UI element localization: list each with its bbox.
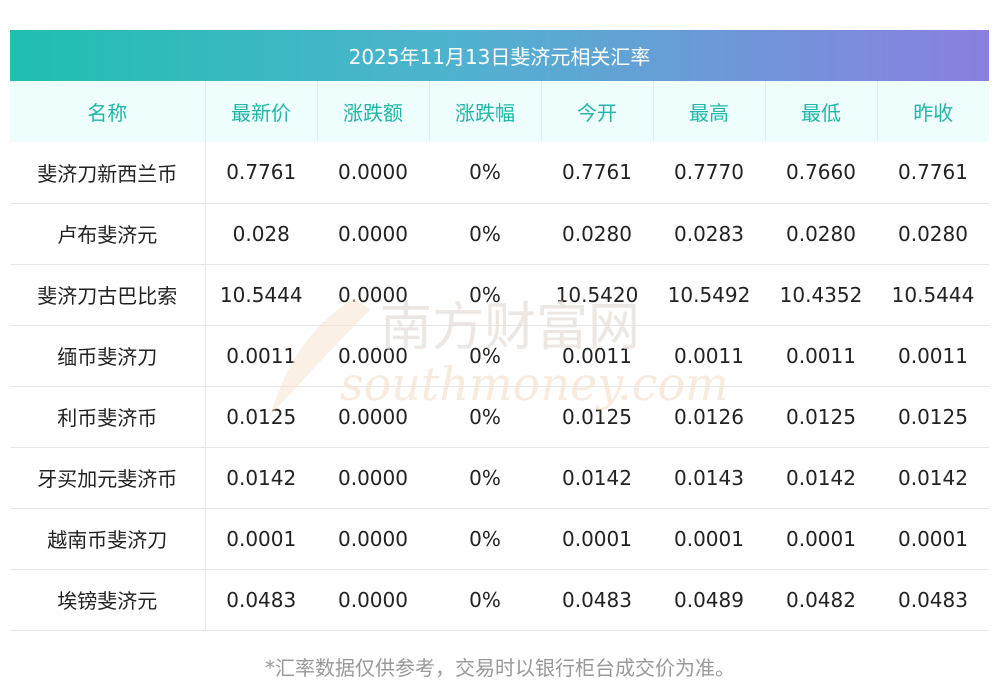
cell-latest-price: 10.5444 bbox=[205, 264, 317, 326]
cell-prev-close: 10.5444 bbox=[877, 264, 989, 326]
cell-change-percent: 0% bbox=[429, 447, 541, 509]
cell-high: 0.7770 bbox=[653, 142, 765, 204]
cell-change-percent: 0% bbox=[429, 264, 541, 326]
cell-change-amount: 0.0000 bbox=[317, 203, 429, 265]
cell-name: 牙买加元斐济币 bbox=[10, 447, 206, 509]
cell-high: 0.0001 bbox=[653, 508, 765, 570]
header-low: 最低 bbox=[765, 81, 878, 142]
cell-latest-price: 0.0125 bbox=[205, 386, 317, 448]
cell-latest-price: 0.0483 bbox=[205, 569, 317, 631]
cell-high: 0.0126 bbox=[653, 386, 765, 448]
header-change-percent: 涨跌幅 bbox=[429, 81, 542, 142]
cell-change-percent: 0% bbox=[429, 142, 541, 204]
cell-low: 0.0011 bbox=[765, 325, 877, 387]
cell-name: 卢布斐济元 bbox=[10, 203, 206, 265]
header-open: 今开 bbox=[541, 81, 654, 142]
table-header-row: 名称 最新价 涨跌额 涨跌幅 今开 最高 最低 昨收 bbox=[10, 81, 989, 142]
cell-high: 0.0143 bbox=[653, 447, 765, 509]
cell-open: 0.0011 bbox=[541, 325, 653, 387]
table-row: 埃镑斐济元 0.0483 0.0000 0% 0.0483 0.0489 0.0482 0.0… bbox=[10, 569, 989, 631]
table-row: 斐济刀古巴比索 10.5444 0.0000 0% 10.5420 10.5492 10.4… bbox=[10, 264, 989, 326]
table-row: 牙买加元斐济币 0.0142 0.0000 0% 0.0142 0.0143 0.0142 0… bbox=[10, 447, 989, 509]
header-latest-price: 最新价 bbox=[205, 81, 318, 142]
cell-open: 0.0483 bbox=[541, 569, 653, 631]
cell-high: 10.5492 bbox=[653, 264, 765, 326]
cell-name: 埃镑斐济元 bbox=[10, 569, 206, 631]
cell-change-percent: 0% bbox=[429, 508, 541, 570]
cell-prev-close: 0.0001 bbox=[877, 508, 989, 570]
cell-change-amount: 0.0000 bbox=[317, 386, 429, 448]
cell-prev-close: 0.7761 bbox=[877, 142, 989, 204]
cell-open: 0.0125 bbox=[541, 386, 653, 448]
cell-low: 0.0001 bbox=[765, 508, 877, 570]
cell-low: 0.0482 bbox=[765, 569, 877, 631]
cell-prev-close: 0.0142 bbox=[877, 447, 989, 509]
cell-change-percent: 0% bbox=[429, 569, 541, 631]
cell-change-amount: 0.0000 bbox=[317, 569, 429, 631]
cell-latest-price: 0.028 bbox=[205, 203, 317, 265]
cell-prev-close: 0.0483 bbox=[877, 569, 989, 631]
cell-latest-price: 0.7761 bbox=[205, 142, 317, 204]
table-title: 2025年11月13日斐济元相关汇率 bbox=[10, 30, 989, 81]
cell-open: 10.5420 bbox=[541, 264, 653, 326]
cell-open: 0.0142 bbox=[541, 447, 653, 509]
cell-low: 0.0280 bbox=[765, 203, 877, 265]
cell-name: 越南币斐济刀 bbox=[10, 508, 206, 570]
cell-change-percent: 0% bbox=[429, 203, 541, 265]
table-row: 利币斐济币 0.0125 0.0000 0% 0.0125 0.0126 0.0125 0.0… bbox=[10, 386, 989, 448]
cell-low: 0.0142 bbox=[765, 447, 877, 509]
table-row: 斐济刀新西兰币 0.7761 0.0000 0% 0.7761 0.7770 0.7660 0… bbox=[10, 142, 989, 204]
table-row: 卢布斐济元 0.028 0.0000 0% 0.0280 0.0283 0.0280 0.02… bbox=[10, 203, 989, 265]
disclaimer-note: *汇率数据仅供参考，交易时以银行柜台成交价为准。 bbox=[265, 656, 735, 680]
cell-prev-close: 0.0280 bbox=[877, 203, 989, 265]
cell-low: 10.4352 bbox=[765, 264, 877, 326]
table-row: 缅币斐济刀 0.0011 0.0000 0% 0.0011 0.0011 0.0011 0.0… bbox=[10, 325, 989, 387]
cell-change-amount: 0.0000 bbox=[317, 447, 429, 509]
cell-name: 利币斐济币 bbox=[10, 386, 206, 448]
table-row: 越南币斐济刀 0.0001 0.0000 0% 0.0001 0.0001 0.0001 0.… bbox=[10, 508, 989, 570]
cell-high: 0.0283 bbox=[653, 203, 765, 265]
cell-prev-close: 0.0011 bbox=[877, 325, 989, 387]
cell-high: 0.0489 bbox=[653, 569, 765, 631]
cell-name: 斐济刀新西兰币 bbox=[10, 142, 206, 204]
header-change-amount: 涨跌额 bbox=[317, 81, 430, 142]
cell-change-amount: 0.0000 bbox=[317, 264, 429, 326]
header-name: 名称 bbox=[10, 81, 206, 142]
exchange-rate-table: 名称 最新价 涨跌额 涨跌幅 今开 最高 最低 昨收 斐济刀新西兰币 0.7761… bbox=[10, 81, 989, 631]
cell-latest-price: 0.0142 bbox=[205, 447, 317, 509]
cell-change-percent: 0% bbox=[429, 386, 541, 448]
cell-change-percent: 0% bbox=[429, 325, 541, 387]
cell-prev-close: 0.0125 bbox=[877, 386, 989, 448]
header-prev-close: 昨收 bbox=[913, 101, 954, 125]
cell-change-amount: 0.0000 bbox=[317, 142, 429, 204]
cell-low: 0.7660 bbox=[765, 142, 877, 204]
cell-latest-price: 0.0001 bbox=[205, 508, 317, 570]
cell-open: 0.7761 bbox=[541, 142, 653, 204]
cell-change-amount: 0.0000 bbox=[317, 325, 429, 387]
cell-name: 缅币斐济刀 bbox=[10, 325, 206, 387]
cell-latest-price: 0.0011 bbox=[205, 325, 317, 387]
cell-high: 0.0011 bbox=[653, 325, 765, 387]
cell-change-amount: 0.0000 bbox=[317, 508, 429, 570]
cell-open: 0.0280 bbox=[541, 203, 653, 265]
cell-name: 斐济刀古巴比索 bbox=[10, 264, 206, 326]
cell-low: 0.0125 bbox=[765, 386, 877, 448]
cell-open: 0.0001 bbox=[541, 508, 653, 570]
header-high: 最高 bbox=[653, 81, 766, 142]
rate-table-panel: 2025年11月13日斐济元相关汇率 名称 最新价 涨跌额 涨跌幅 今开 最高 … bbox=[10, 30, 989, 631]
